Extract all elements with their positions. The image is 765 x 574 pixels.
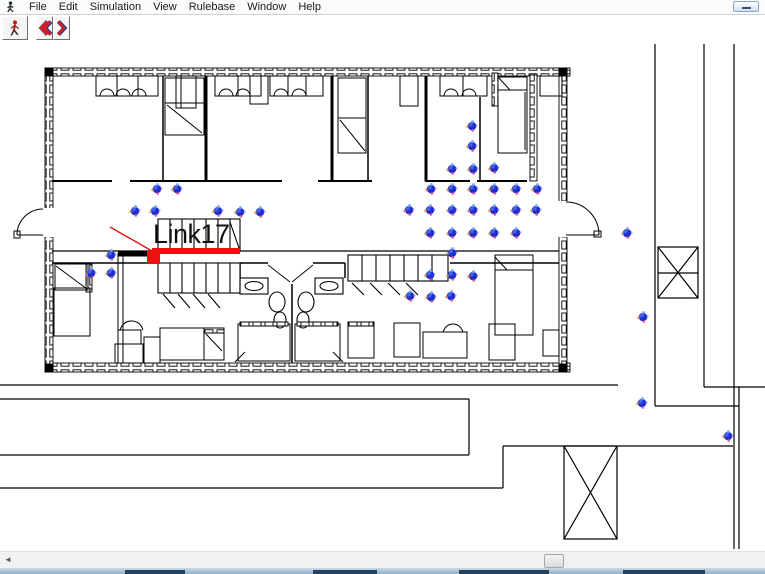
menu-item-file[interactable]: File bbox=[23, 0, 53, 14]
menu-item-view[interactable]: View bbox=[147, 0, 183, 14]
agent-dot bbox=[424, 227, 436, 239]
agent-dot bbox=[466, 140, 478, 152]
menu-item-edit[interactable]: Edit bbox=[53, 0, 84, 14]
interior-walls bbox=[52, 76, 559, 363]
scrollbar-thumb[interactable] bbox=[544, 554, 564, 568]
agent-dot bbox=[530, 204, 542, 216]
agent-dot bbox=[488, 204, 500, 216]
link-highlight: Link17 bbox=[110, 219, 240, 264]
tool-bar bbox=[0, 15, 765, 44]
step-forward-button[interactable] bbox=[53, 16, 70, 40]
minimize-button[interactable] bbox=[733, 1, 759, 12]
status-segment bbox=[459, 570, 549, 574]
agent-dot bbox=[446, 163, 458, 175]
agent-dot bbox=[171, 183, 183, 195]
menu-items: File Edit Simulation View Rulebase Windo… bbox=[17, 0, 327, 14]
agent-dot bbox=[446, 183, 458, 195]
agent-dot bbox=[637, 311, 649, 323]
agent-dot bbox=[105, 267, 117, 279]
agent-tool-button[interactable] bbox=[2, 16, 28, 40]
right-chevron-icon bbox=[54, 18, 69, 38]
agent-dot bbox=[425, 183, 437, 195]
link-label[interactable]: Link17 bbox=[153, 219, 230, 249]
agent-dot bbox=[467, 227, 479, 239]
agent-dot bbox=[510, 183, 522, 195]
walking-person-icon bbox=[7, 19, 23, 38]
agent-dot bbox=[467, 270, 479, 282]
agent-dot bbox=[212, 205, 224, 217]
agent-dot bbox=[446, 204, 458, 216]
agent-dot bbox=[488, 162, 500, 174]
status-segment bbox=[313, 570, 377, 574]
agent-dot bbox=[129, 205, 141, 217]
agent-dot bbox=[467, 163, 479, 175]
menu-item-rulebase[interactable]: Rulebase bbox=[183, 0, 241, 14]
status-segment bbox=[125, 570, 185, 574]
person-logo-icon bbox=[4, 1, 17, 13]
agent-dot bbox=[404, 290, 416, 302]
menu-item-window[interactable]: Window bbox=[241, 0, 292, 14]
agent-dot bbox=[488, 183, 500, 195]
agent-dot bbox=[151, 183, 163, 195]
agent-dot bbox=[488, 227, 500, 239]
agent-dot bbox=[445, 290, 457, 302]
agent-dot bbox=[636, 397, 648, 409]
agent-dot bbox=[425, 291, 437, 303]
furniture bbox=[54, 76, 562, 363]
step-back-button[interactable] bbox=[36, 16, 53, 40]
scroll-left-arrow-icon[interactable]: ◄ bbox=[4, 555, 12, 565]
status-bar bbox=[0, 568, 765, 574]
agent-dot bbox=[531, 183, 543, 195]
agent-dot bbox=[149, 205, 161, 217]
agent-dot bbox=[403, 204, 415, 216]
status-segment bbox=[623, 570, 705, 574]
agent-dot bbox=[510, 204, 522, 216]
agent-dot bbox=[446, 227, 458, 239]
agent-dot bbox=[424, 204, 436, 216]
crossed-box-large bbox=[564, 446, 617, 539]
crossed-box-small bbox=[658, 247, 698, 298]
agent-dot bbox=[466, 120, 478, 132]
agent-dot bbox=[467, 183, 479, 195]
agent-dot bbox=[722, 430, 734, 442]
road-network bbox=[0, 44, 765, 549]
agent-dot bbox=[254, 206, 266, 218]
agent-dot bbox=[510, 227, 522, 239]
menu-bar: File Edit Simulation View Rulebase Windo… bbox=[0, 0, 765, 15]
minimize-icon bbox=[742, 7, 751, 9]
simulation-canvas[interactable]: Link17 bbox=[0, 44, 765, 551]
agent-dot bbox=[467, 204, 479, 216]
agent-dot bbox=[621, 227, 633, 239]
menu-item-help[interactable]: Help bbox=[292, 0, 327, 14]
agent-dot bbox=[234, 206, 246, 218]
double-left-chevron-icon bbox=[37, 18, 52, 38]
horizontal-scrollbar[interactable]: ◄ bbox=[0, 551, 765, 568]
menu-item-simulation[interactable]: Simulation bbox=[84, 0, 147, 14]
